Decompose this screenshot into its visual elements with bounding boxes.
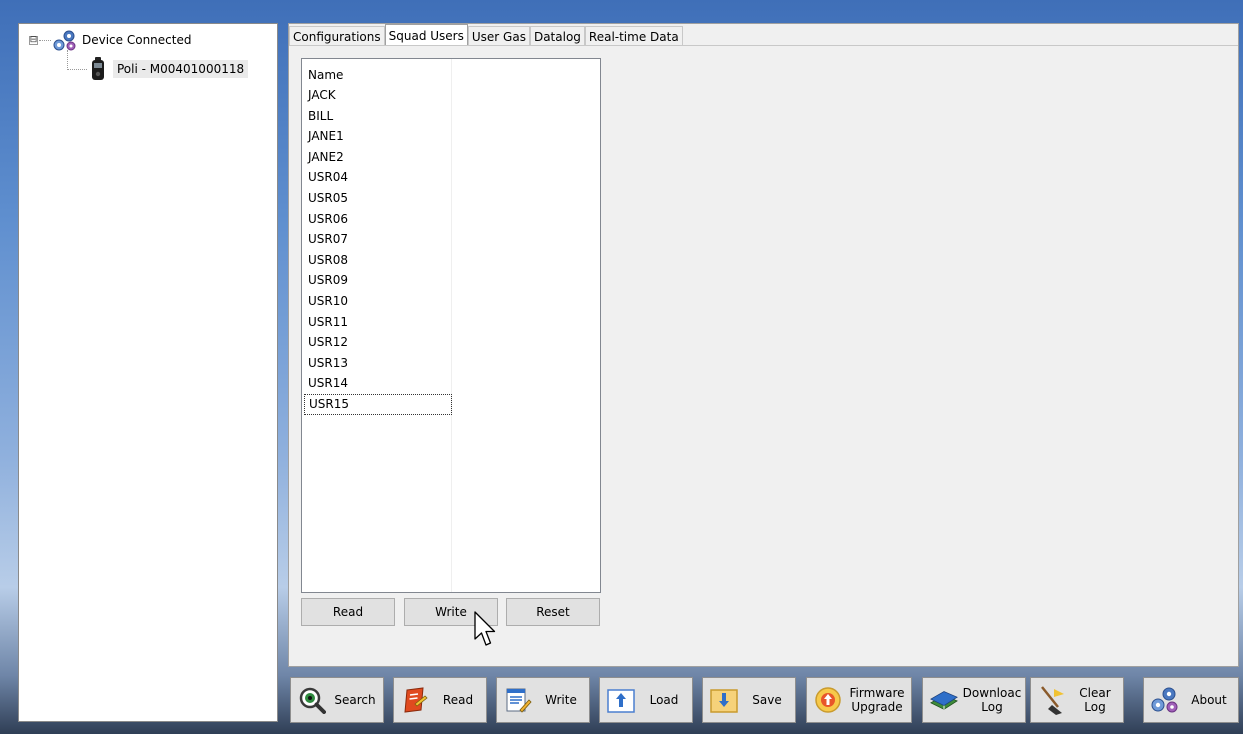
load-button[interactable]: Load bbox=[599, 677, 693, 723]
collapse-expander[interactable]: ⊟ bbox=[29, 35, 38, 45]
firmware-line2: Upgrade bbox=[851, 700, 903, 714]
load-button-label: Load bbox=[649, 693, 679, 707]
tree-root-node[interactable]: ⊟ Device Connected bbox=[29, 30, 191, 51]
tree-device-node[interactable]: Poli - M00401000118 bbox=[91, 56, 249, 82]
squad-users-list[interactable]: Name JACK BILL JANE1 JANE2 USR04 USR05 USR06 US… bbox=[301, 58, 601, 593]
book-stack-icon bbox=[929, 685, 959, 715]
firmware-upgrade-button[interactable]: Firmware Upgrade bbox=[806, 677, 912, 723]
tab-configurations[interactable]: Configurations bbox=[289, 26, 385, 46]
firmware-upgrade-icon bbox=[813, 685, 843, 715]
squad-users-page: Name JACK BILL JANE1 JANE2 USR04 USR05 USR06 US… bbox=[289, 45, 1238, 666]
save-button-label: Save bbox=[752, 693, 782, 707]
reset-button[interactable]: Reset bbox=[506, 598, 600, 626]
device-tree[interactable]: ⊟ Device Connected Poli - M00401000118 bbox=[18, 23, 278, 722]
magnifier-eye-icon bbox=[297, 685, 327, 715]
clear-line1: Clear bbox=[1079, 686, 1111, 700]
list-item[interactable]: USR14 bbox=[304, 373, 452, 394]
tree-root-label[interactable]: Device Connected bbox=[82, 33, 191, 47]
read-toolbar-button[interactable]: Read bbox=[393, 677, 487, 723]
download-arrow-icon bbox=[709, 685, 739, 715]
list-item[interactable]: USR05 bbox=[304, 188, 452, 209]
list-item[interactable]: JANE1 bbox=[304, 126, 452, 147]
list-item[interactable]: USR12 bbox=[304, 332, 452, 353]
tree-device-label[interactable]: Poli - M00401000118 bbox=[113, 60, 249, 78]
write-toolbar-button[interactable]: Write bbox=[496, 677, 590, 723]
list-item[interactable]: JANE2 bbox=[304, 147, 452, 168]
search-button[interactable]: Search bbox=[290, 677, 384, 723]
tab-squad-users[interactable]: Squad Users bbox=[384, 24, 468, 46]
clear-log-label: Clear Log bbox=[1067, 686, 1123, 714]
tab-strip: Configurations Squad Users User Gas Data… bbox=[289, 24, 683, 46]
download-line2: Log bbox=[981, 700, 1003, 714]
gears-icon bbox=[1150, 685, 1180, 715]
list-item[interactable]: USR13 bbox=[304, 353, 452, 374]
tab-real-time-data[interactable]: Real-time Data bbox=[584, 26, 683, 46]
list-item[interactable]: USR09 bbox=[304, 270, 452, 291]
gas-detector-icon bbox=[91, 57, 105, 81]
read-button[interactable]: Read bbox=[301, 598, 395, 626]
list-item[interactable]: USR04 bbox=[304, 167, 452, 188]
save-button[interactable]: Save bbox=[702, 677, 796, 723]
list-item[interactable]: USR15 bbox=[304, 393, 452, 415]
main-panel: Configurations Squad Users User Gas Data… bbox=[288, 23, 1239, 667]
firmware-upgrade-label: Firmware Upgrade bbox=[843, 686, 911, 714]
document-pen-icon bbox=[503, 685, 533, 715]
list-item[interactable]: BILL bbox=[304, 106, 452, 127]
write-toolbar-label: Write bbox=[545, 693, 577, 707]
list-item[interactable]: JACK bbox=[304, 85, 452, 106]
firmware-line1: Firmware bbox=[849, 686, 905, 700]
download-log-label: Downloac Log bbox=[959, 686, 1025, 714]
download-line1: Downloac bbox=[962, 686, 1022, 700]
broom-icon bbox=[1037, 685, 1067, 715]
mouse-cursor-icon bbox=[474, 611, 500, 652]
gears-icon bbox=[52, 30, 76, 51]
red-book-icon bbox=[400, 685, 430, 715]
search-button-label: Search bbox=[334, 693, 376, 707]
list-item[interactable]: USR11 bbox=[304, 312, 452, 333]
download-log-button[interactable]: Downloac Log bbox=[922, 677, 1026, 723]
about-button[interactable]: About bbox=[1143, 677, 1239, 723]
read-toolbar-label: Read bbox=[442, 693, 474, 707]
about-button-label: About bbox=[1191, 693, 1227, 707]
list-item[interactable]: USR06 bbox=[304, 209, 452, 230]
upload-arrow-icon bbox=[606, 685, 636, 715]
list-item[interactable]: USR08 bbox=[304, 250, 452, 271]
list-item[interactable]: USR10 bbox=[304, 291, 452, 312]
clear-log-button[interactable]: Clear Log bbox=[1030, 677, 1124, 723]
clear-line2: Log bbox=[1084, 700, 1106, 714]
tab-user-gas[interactable]: User Gas bbox=[467, 26, 530, 46]
list-item[interactable]: USR07 bbox=[304, 229, 452, 250]
name-column-header[interactable]: Name bbox=[308, 65, 343, 85]
tab-datalog[interactable]: Datalog bbox=[529, 26, 585, 46]
